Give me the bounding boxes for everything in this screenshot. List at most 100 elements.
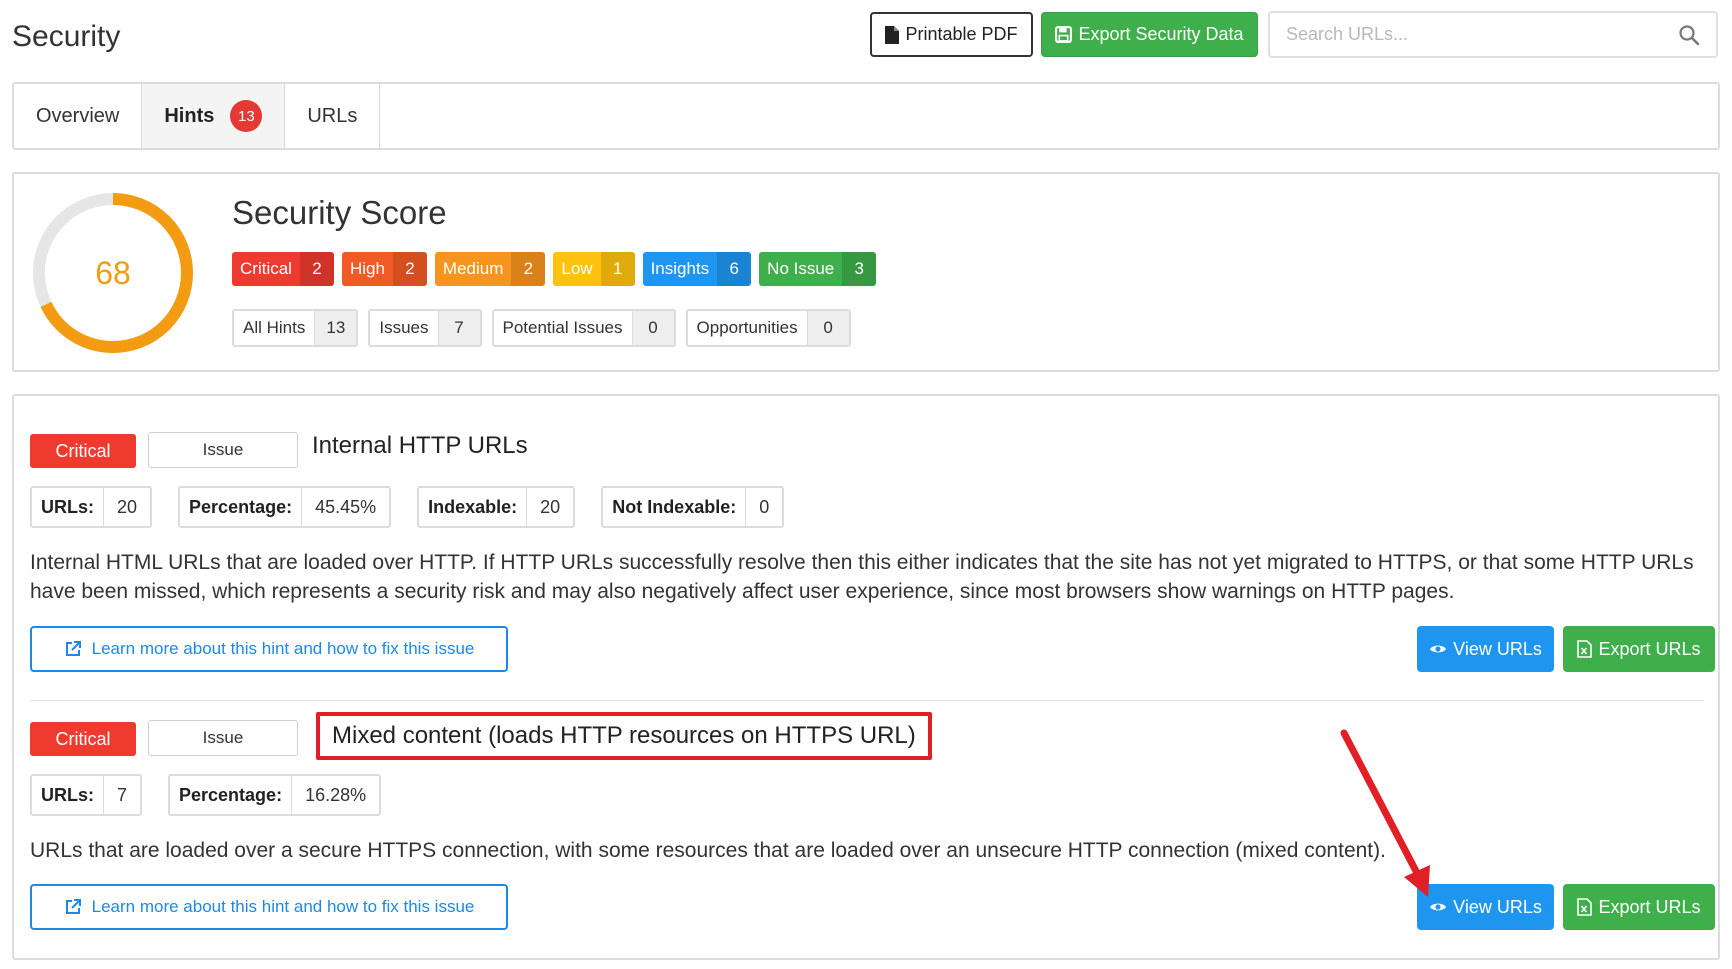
- security-score-panel: 68 Security Score Critical 2 High 2 Medium…: [12, 172, 1720, 372]
- export-urls-button[interactable]: Export URLs: [1563, 884, 1715, 930]
- severity-count: 3: [842, 252, 877, 286]
- severity-label: High: [349, 259, 385, 278]
- stat-urls: URLs: 7: [30, 774, 143, 816]
- severity-label: Low: [561, 259, 593, 278]
- external-link-icon: [65, 899, 81, 914]
- tab-hints[interactable]: Hints 13: [142, 84, 286, 148]
- type-badge: Issue: [148, 432, 298, 468]
- stat-percentage: Percentage: 45.45%: [178, 486, 392, 528]
- hints-list: Critical Issue Internal HTTP URLs URLs: 2…: [12, 394, 1720, 960]
- stat-key: Percentage:: [170, 776, 292, 814]
- severity-label: No Issue: [767, 259, 835, 278]
- tab-overview-label: Overview: [36, 104, 120, 127]
- filter-label: Issues: [379, 318, 429, 337]
- export-urls-button[interactable]: Export URLs: [1563, 626, 1715, 672]
- hint-description: URLs that are loaded over a secure HTTPS…: [30, 839, 1386, 862]
- filter-issues[interactable]: Issues 7: [368, 309, 482, 347]
- severity-low[interactable]: Low 1: [553, 252, 635, 286]
- export-security-data-button[interactable]: Export Security Data: [1041, 12, 1258, 57]
- severity-label: Medium: [442, 259, 504, 278]
- search-input[interactable]: [1286, 24, 1678, 45]
- filter-label: Opportunities: [696, 318, 798, 337]
- learn-more-link[interactable]: Learn more about this hint and how to fi…: [30, 626, 508, 672]
- severity-label: Critical: [240, 259, 292, 278]
- hint-type-filters: All Hints 13 Issues 7 Potential Issues 0 Op…: [232, 309, 851, 347]
- tab-bar: Overview Hints 13 URLs: [12, 82, 1720, 150]
- eye-icon: [1430, 645, 1447, 653]
- hint-divider: [30, 700, 1704, 701]
- hint-stats: URLs: 7 Percentage: 16.28%: [30, 774, 382, 816]
- filter-opportunities[interactable]: Opportunities 0: [685, 309, 851, 347]
- stat-key: URLs:: [32, 488, 103, 526]
- eye-icon: [1430, 903, 1447, 911]
- stat-value: 20: [103, 488, 150, 526]
- view-urls-label: View URLs: [1453, 896, 1542, 917]
- stat-key: Indexable:: [419, 488, 527, 526]
- severity-critical[interactable]: Critical 2: [232, 252, 334, 286]
- tab-overview[interactable]: Overview: [14, 84, 143, 148]
- view-urls-button[interactable]: View URLs: [1417, 626, 1554, 672]
- hint-title: Internal HTTP URLs: [312, 432, 528, 459]
- stat-value: 7: [103, 776, 140, 814]
- learn-more-label: Learn more about this hint and how to fi…: [91, 639, 475, 658]
- view-urls-label: View URLs: [1453, 638, 1542, 659]
- stat-indexable: Indexable: 20: [417, 486, 576, 528]
- page-title: Security: [12, 20, 121, 53]
- view-urls-button[interactable]: View URLs: [1417, 884, 1554, 930]
- tab-urls[interactable]: URLs: [285, 84, 381, 148]
- filter-count: 7: [437, 311, 480, 345]
- stat-value: 45.45%: [301, 488, 389, 526]
- severity-medium[interactable]: Medium 2: [434, 252, 546, 286]
- stat-key: Percentage:: [180, 488, 302, 526]
- severity-count: 6: [717, 252, 752, 286]
- severity-badge: Critical: [30, 434, 136, 468]
- save-icon: [1055, 26, 1073, 43]
- severity-high[interactable]: High 2: [341, 252, 427, 286]
- tab-urls-label: URLs: [307, 104, 358, 127]
- export-urls-label: Export URLs: [1598, 896, 1701, 917]
- hint-title: Mixed content (loads HTTP resources on H…: [316, 712, 932, 760]
- search-icon[interactable]: [1678, 24, 1700, 46]
- filter-potential-issues[interactable]: Potential Issues 0: [491, 309, 676, 347]
- stat-value: 0: [745, 488, 782, 526]
- stat-percentage: Percentage: 16.28%: [168, 774, 382, 816]
- printable-pdf-button[interactable]: Printable PDF: [870, 12, 1033, 57]
- learn-more-link[interactable]: Learn more about this hint and how to fi…: [30, 884, 508, 930]
- severity-count: 2: [299, 252, 334, 286]
- stat-not-indexable: Not Indexable: 0: [601, 486, 785, 528]
- severity-no-issue[interactable]: No Issue 3: [759, 252, 877, 286]
- type-badge: Issue: [148, 720, 298, 756]
- stat-value: 16.28%: [291, 776, 379, 814]
- severity-filters: Critical 2 High 2 Medium 2 Low 1 Insights 6 N…: [232, 252, 877, 286]
- search-box: [1268, 11, 1718, 58]
- filter-count: 13: [314, 311, 357, 345]
- filter-count: 0: [631, 311, 674, 345]
- hint-description: Internal HTML URLs that are loaded over …: [30, 551, 1694, 603]
- score-heading: Security Score: [232, 194, 447, 231]
- severity-insights[interactable]: Insights 6: [642, 252, 752, 286]
- severity-count: 1: [600, 252, 635, 286]
- stat-key: Not Indexable:: [603, 488, 746, 526]
- file-icon: [885, 25, 900, 44]
- learn-more-label: Learn more about this hint and how to fi…: [91, 897, 475, 916]
- external-link-icon: [65, 641, 81, 656]
- stat-urls: URLs: 20: [30, 486, 153, 528]
- filter-count: 0: [806, 311, 849, 345]
- filter-all-hints[interactable]: All Hints 13: [232, 309, 359, 347]
- filter-label: Potential Issues: [502, 318, 623, 337]
- tab-hints-label: Hints: [164, 104, 215, 127]
- export-urls-label: Export URLs: [1598, 638, 1701, 659]
- filter-label: All Hints: [243, 318, 306, 337]
- stat-value: 20: [526, 488, 573, 526]
- hints-count-badge: 13: [230, 100, 263, 132]
- score-value: 68: [95, 254, 131, 291]
- severity-label: Insights: [650, 259, 710, 278]
- stat-key: URLs:: [32, 776, 103, 814]
- severity-count: 2: [511, 252, 546, 286]
- export-security-data-label: Export Security Data: [1078, 24, 1244, 44]
- severity-badge: Critical: [30, 722, 136, 756]
- hint-stats: URLs: 20 Percentage: 45.45% Indexable: 20 N…: [30, 486, 785, 528]
- excel-file-icon: [1577, 898, 1593, 916]
- severity-count: 2: [392, 252, 427, 286]
- printable-pdf-label: Printable PDF: [905, 24, 1018, 44]
